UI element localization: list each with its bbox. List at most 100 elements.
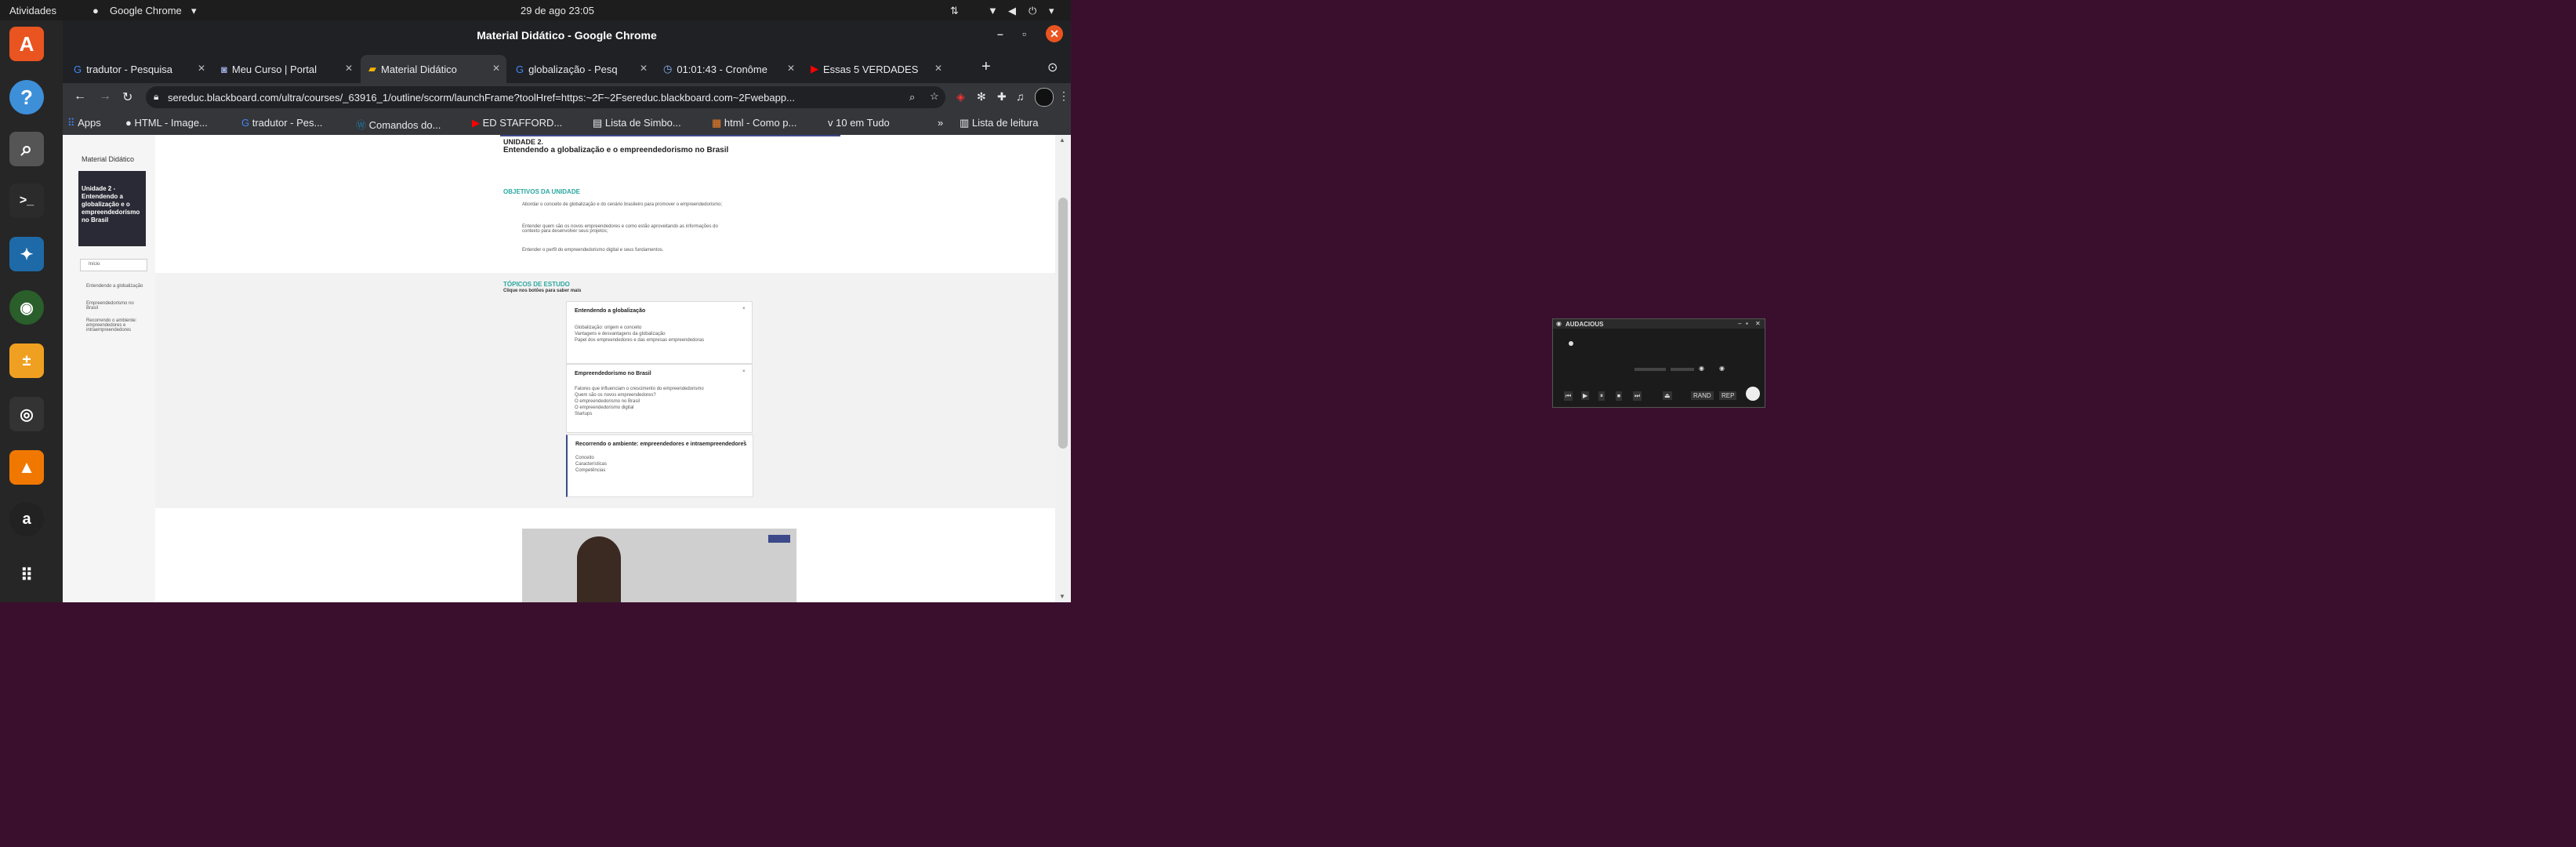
close-icon[interactable]: ✕	[934, 63, 942, 74]
volume-slider[interactable]	[1634, 368, 1666, 371]
minimize-icon[interactable]: –	[1738, 320, 1741, 327]
reading-list-button[interactable]: ▥ Lista de leitura	[960, 117, 1038, 129]
previous-button[interactable]: ⏮	[1564, 391, 1573, 401]
extension-icon[interactable]: ✻	[977, 90, 986, 104]
address-bar[interactable]: 🔒︎ sereduc.blackboard.com/ultra/courses/…	[146, 86, 945, 108]
eject-button[interactable]: ⏏	[1663, 391, 1672, 400]
playlist-toggle[interactable]: ◉	[1719, 365, 1725, 372]
video-player[interactable]	[522, 529, 796, 602]
nav-item[interactable]: Entendendo a globalização	[86, 284, 146, 289]
power-icon[interactable]: ⏻	[1029, 5, 1036, 17]
nav-item-start[interactable]: Início	[80, 259, 147, 271]
collapse-icon[interactable]: ×	[743, 440, 746, 445]
puzzle-icon[interactable]: ✚	[997, 90, 1007, 104]
vlc-icon[interactable]: ▲	[9, 450, 44, 485]
url-text[interactable]: sereduc.blackboard.com/ultra/courses/_63…	[168, 92, 873, 104]
tab[interactable]: ◙ Meu Curso | Portal ✕	[213, 55, 359, 83]
help-icon[interactable]: ?	[9, 80, 44, 115]
close-icon[interactable]: ✕	[198, 63, 205, 74]
close-icon[interactable]: ✕	[787, 63, 795, 74]
pause-button[interactable]: ⏸	[1598, 391, 1605, 401]
topic-card[interactable]: Recorrendo o ambiente: empreendedores e …	[566, 434, 753, 497]
tab[interactable]: ▶ Essas 5 VERDADES ✕	[803, 55, 949, 83]
calculator-icon[interactable]: ±	[9, 344, 44, 378]
scroll-down-icon[interactable]: ▼	[1059, 593, 1065, 600]
nav-item[interactable]: Empreendedorismo no Brasil	[86, 301, 146, 311]
terminal-icon[interactable]: >_	[9, 184, 44, 218]
tab[interactable]: ◷ 01:01:43 - Cronôme ✕	[655, 55, 801, 83]
screenshot-search-icon[interactable]: ⌕	[9, 132, 44, 166]
shade-icon[interactable]: ▪	[1746, 320, 1748, 327]
bookmark-item[interactable]: ▤ Lista de Simbo...	[593, 117, 681, 129]
tab-active[interactable]: ▰ Material Didático ✕	[361, 55, 506, 83]
clock[interactable]: 29 de ago 23:05	[521, 5, 594, 16]
back-icon[interactable]: ←	[74, 89, 86, 104]
topic-item[interactable]: O empreendedorismo digital	[575, 405, 633, 410]
shield-extension-icon[interactable]: ◈	[956, 90, 965, 104]
show-apps-icon[interactable]: ⠿	[9, 558, 44, 593]
topic-card[interactable]: Empreendedorismo no Brasil × Fatores que…	[566, 364, 753, 433]
topic-item[interactable]: Startups	[575, 412, 592, 416]
share-icon[interactable]: ⇅	[950, 5, 959, 17]
forward-icon[interactable]: →	[99, 89, 111, 104]
topic-item[interactable]: O empreendedorismo no Brasil	[575, 399, 640, 404]
next-button[interactable]: ⏭	[1633, 391, 1642, 401]
bookmark-item[interactable]: ▶ ED STAFFORD...	[472, 117, 562, 129]
software-center-icon[interactable]: A	[9, 27, 44, 61]
scroll-thumb[interactable]	[1058, 198, 1068, 449]
close-icon[interactable]: ✕	[1755, 320, 1761, 327]
close-icon[interactable]: ✕	[640, 63, 648, 74]
maximize-icon[interactable]: ▫	[1022, 27, 1026, 40]
scrollbar[interactable]: ▲ ▼	[1055, 135, 1071, 602]
lock-icon[interactable]: 🔒︎	[154, 91, 158, 103]
bookmark-star-icon[interactable]: ☆	[930, 90, 939, 103]
audacious-icon[interactable]: a	[9, 502, 44, 536]
close-icon[interactable]: ✕	[345, 63, 353, 74]
topic-item[interactable]: Papel dos empreendedores e das empresas …	[575, 338, 704, 343]
chevron-down-icon[interactable]: ▾	[1049, 5, 1054, 17]
bookmark-item[interactable]: ● HTML - Image...	[125, 117, 208, 129]
reload-icon[interactable]: ↻	[122, 89, 132, 105]
bookmark-item[interactable]: v 10 em Tudo	[828, 117, 890, 129]
camera-icon[interactable]: ◎	[9, 397, 44, 431]
wifi-icon[interactable]: ▼	[988, 5, 998, 16]
bookmark-item[interactable]: Ⓦ Comandos do...	[356, 117, 441, 132]
chrome-icon[interactable]: ◉	[9, 290, 44, 325]
repeat-button[interactable]: REP	[1719, 391, 1737, 400]
bookmarks-overflow-button[interactable]: »	[938, 117, 943, 129]
app-menu[interactable]: Google Chrome	[110, 5, 182, 16]
tab[interactable]: G globalização - Pesq ✕	[508, 55, 654, 83]
balance-slider[interactable]	[1671, 368, 1694, 371]
topic-item[interactable]: Vantagens e desvantagens da globalização	[575, 332, 666, 336]
close-icon[interactable]: ✕	[492, 63, 500, 74]
tab-search-icon[interactable]: ⊙	[1047, 60, 1058, 75]
vscode-like-icon[interactable]: ✦	[9, 237, 44, 271]
bookmark-item[interactable]: G tradutor - Pes...	[241, 117, 322, 129]
bookmark-item[interactable]: ▦ html - Como p...	[712, 117, 796, 129]
activities-button[interactable]: Atividades	[9, 5, 56, 16]
zoom-search-icon[interactable]: ⌕	[909, 91, 915, 104]
bookmark-item[interactable]: ⠿ Apps	[67, 117, 101, 129]
collapse-icon[interactable]: ×	[742, 307, 746, 311]
topic-item[interactable]: Globalização: origem e conceito	[575, 325, 641, 330]
topic-item[interactable]: Fatores que influenciam o crescimento do…	[575, 387, 704, 391]
media-control-icon[interactable]: ♫	[1016, 90, 1025, 103]
minimize-icon[interactable]: –	[997, 27, 1003, 40]
topic-card[interactable]: Entendendo a globalização × Globalização…	[566, 301, 753, 364]
close-window-icon[interactable]: ✕	[1046, 25, 1063, 42]
nav-item[interactable]: Recorrendo o ambiente: empreendedores e …	[86, 318, 146, 333]
stop-button[interactable]: ⏹	[1616, 391, 1622, 401]
profile-avatar[interactable]	[1035, 88, 1054, 107]
tab[interactable]: G tradutor - Pesquisa ✕	[66, 55, 212, 83]
eq-toggle[interactable]: ◉	[1699, 365, 1704, 372]
course-card[interactable]: Unidade 2 - Entendendo a globalização e …	[78, 171, 146, 246]
shuffle-button[interactable]: RAND	[1691, 391, 1714, 400]
volume-icon[interactable]: ◀	[1008, 5, 1016, 17]
play-button[interactable]: ▶	[1581, 391, 1590, 400]
scroll-up-icon[interactable]: ▲	[1059, 136, 1065, 144]
topic-item[interactable]: Quem são os novos empreendedores?	[575, 393, 656, 398]
more-menu-icon[interactable]: ⋮	[1058, 89, 1069, 103]
new-tab-button[interactable]: +	[981, 59, 991, 75]
topic-item[interactable]: Características	[575, 462, 607, 467]
topic-item[interactable]: Conceito	[575, 456, 594, 460]
